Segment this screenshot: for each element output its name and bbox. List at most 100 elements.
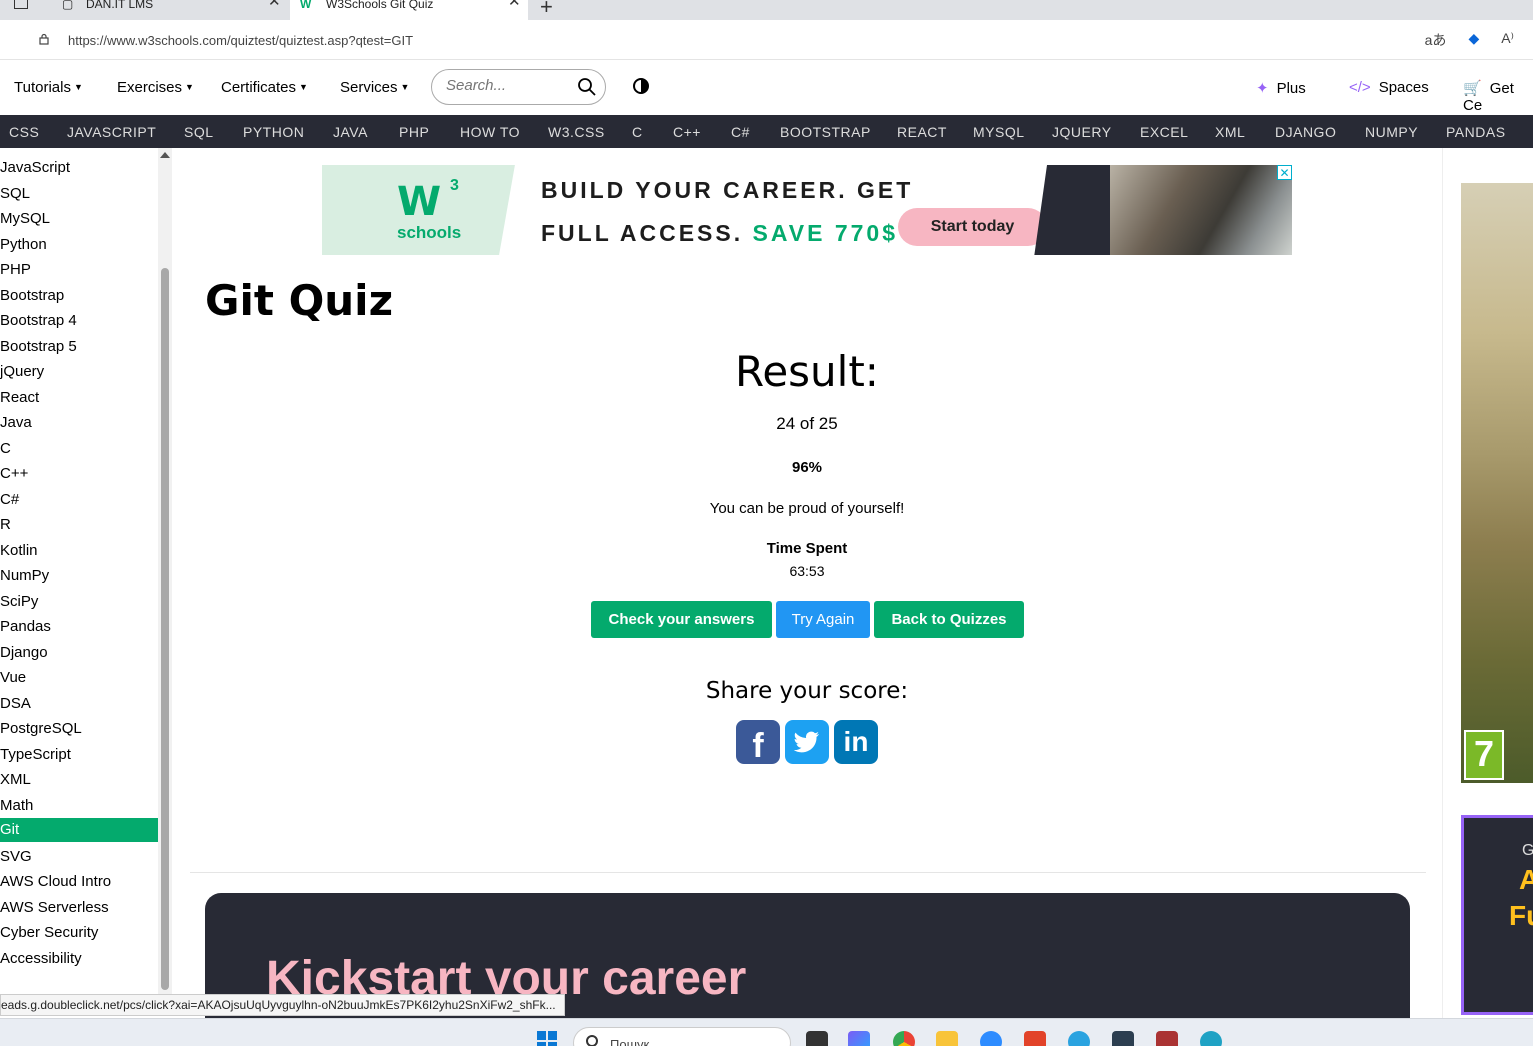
shopping-tag-icon[interactable]: ◆: [1468, 30, 1479, 50]
side-promo-ad[interactable]: G A Fu: [1461, 815, 1533, 1015]
sidebar-item[interactable]: Java: [0, 411, 158, 435]
nav-spaces[interactable]: </> Spaces: [1349, 79, 1429, 96]
subject-link[interactable]: PYTHON: [243, 124, 304, 140]
sidebar-item[interactable]: PostgreSQL: [0, 717, 158, 741]
tab-close-icon[interactable]: ✕: [508, 0, 521, 9]
new-tab-button[interactable]: +: [540, 0, 553, 20]
subject-link[interactable]: JAVASCRIPT: [67, 124, 156, 140]
subject-link[interactable]: BOOTSTRAP: [780, 124, 871, 140]
subject-link[interactable]: REACT: [897, 124, 947, 140]
chrome-icon[interactable]: [893, 1031, 915, 1046]
windows-start-icon[interactable]: [537, 1031, 557, 1046]
tab-actions-icon[interactable]: [14, 0, 28, 9]
subject-link[interactable]: HOW TO: [460, 124, 520, 140]
sidebar-item[interactable]: AWS Serverless: [0, 896, 158, 920]
app-icon[interactable]: [1156, 1031, 1178, 1046]
taskbar-search[interactable]: Пошук: [573, 1027, 791, 1046]
back-to-quizzes-button[interactable]: Back to Quizzes: [874, 601, 1024, 638]
dark-mode-toggle-icon[interactable]: [633, 78, 649, 94]
subject-link[interactable]: EXCEL: [1140, 124, 1188, 140]
sidebar-item[interactable]: R: [0, 513, 158, 537]
sidebar-item[interactable]: Pandas: [0, 615, 158, 639]
subject-link[interactable]: W3.CSS: [548, 124, 605, 140]
sidebar-item[interactable]: Vue: [0, 666, 158, 690]
nav-get-certified[interactable]: 🛒 Get Ce: [1463, 79, 1533, 114]
page-title: Git Quiz: [205, 276, 394, 325]
zoom-icon[interactable]: [980, 1031, 1002, 1046]
sidebar-item[interactable]: Python: [0, 233, 158, 257]
game-ad-image[interactable]: [1461, 183, 1533, 783]
edge-icon[interactable]: [1200, 1031, 1222, 1046]
telegram-icon[interactable]: [1068, 1031, 1090, 1046]
url-field[interactable]: https://www.w3schools.com/quiztest/quizt…: [20, 24, 1530, 56]
sidebar-item[interactable]: Cyber Security: [0, 921, 158, 945]
sidebar-item[interactable]: AWS Cloud Intro: [0, 870, 158, 894]
nav-services[interactable]: Services ▼: [340, 79, 409, 96]
sidebar-item[interactable]: SVG: [0, 845, 158, 869]
facebook-icon[interactable]: f: [736, 720, 780, 765]
sidebar-item[interactable]: XML: [0, 768, 158, 792]
subject-link[interactable]: CSS: [9, 124, 39, 140]
subject-link[interactable]: NUMPY: [1365, 124, 1418, 140]
sidebar-item[interactable]: C: [0, 437, 158, 461]
copilot-icon[interactable]: [848, 1031, 870, 1046]
sidebar-item[interactable]: MySQL: [0, 207, 158, 231]
nav-certificates[interactable]: Certificates ▼: [221, 79, 308, 96]
scroll-up-arrow-icon[interactable]: [160, 152, 170, 158]
subject-link[interactable]: C: [632, 124, 643, 140]
sidebar-item[interactable]: DSA: [0, 692, 158, 716]
sidebar-item[interactable]: Django: [0, 641, 158, 665]
check-answers-button[interactable]: Check your answers: [591, 601, 772, 638]
gitlab-icon[interactable]: [1024, 1031, 1046, 1046]
sidebar-item[interactable]: C#: [0, 488, 158, 512]
sidebar-item[interactable]: TypeScript: [0, 743, 158, 767]
ad-close-icon[interactable]: ✕: [1277, 165, 1292, 180]
sidebar-item[interactable]: Math: [0, 794, 158, 818]
subject-link[interactable]: PHP: [399, 124, 429, 140]
sidebar-item[interactable]: SQL: [0, 182, 158, 206]
search-box: [431, 69, 606, 105]
task-view-icon[interactable]: [806, 1031, 828, 1046]
sidebar-item-git-active[interactable]: Git: [0, 818, 158, 842]
sidebar-item[interactable]: JavaScript: [0, 156, 158, 180]
sidebar-item[interactable]: jQuery: [0, 360, 158, 384]
translate-icon[interactable]: aあ: [1425, 30, 1447, 50]
subject-link[interactable]: C++: [673, 124, 701, 140]
try-again-button[interactable]: Try Again: [776, 601, 870, 638]
sidebar-item[interactable]: PHP: [0, 258, 158, 282]
subject-link[interactable]: C#: [731, 124, 750, 140]
sidebar-item[interactable]: Bootstrap 4: [0, 309, 158, 333]
subject-link[interactable]: DJANGO: [1275, 124, 1336, 140]
ad-banner[interactable]: W 3 schools BUILD YOUR CAREER. GET FULL …: [322, 165, 1292, 255]
tab-w3schools-git-quiz[interactable]: W W3Schools Git Quiz ✕: [290, 0, 528, 20]
sidebar-item[interactable]: Bootstrap: [0, 284, 158, 308]
sidebar-item[interactable]: NumPy: [0, 564, 158, 588]
sidebar-item[interactable]: Kotlin: [0, 539, 158, 563]
start-today-button[interactable]: Start today: [898, 208, 1047, 246]
sidebar-item[interactable]: SciPy: [0, 590, 158, 614]
sidebar-item[interactable]: Accessibility: [0, 947, 158, 971]
subject-link[interactable]: XML: [1215, 124, 1245, 140]
virtualbox-icon[interactable]: [1112, 1031, 1134, 1046]
sidebar-item[interactable]: Bootstrap 5: [0, 335, 158, 359]
nav-plus[interactable]: ✦ Plus: [1256, 79, 1306, 97]
search-input[interactable]: [446, 77, 566, 94]
subject-link[interactable]: MYSQL: [973, 124, 1025, 140]
twitter-icon[interactable]: [785, 720, 829, 764]
linkedin-icon[interactable]: in: [834, 720, 878, 764]
search-icon[interactable]: [577, 77, 597, 97]
subject-link[interactable]: JAVA: [333, 124, 368, 140]
subject-link[interactable]: PANDAS: [1446, 124, 1506, 140]
sidebar-scroll-thumb[interactable]: [161, 268, 169, 990]
tab-close-icon[interactable]: ✕: [268, 0, 281, 9]
nav-exercises[interactable]: Exercises ▼: [117, 79, 194, 96]
file-explorer-icon[interactable]: [936, 1031, 958, 1046]
nav-tutorials[interactable]: Tutorials ▼: [14, 79, 83, 96]
sidebar-item[interactable]: C++: [0, 462, 158, 486]
tab-danit-lms[interactable]: ▢ DAN.IT LMS ✕: [50, 0, 288, 20]
sidebar-item[interactable]: React: [0, 386, 158, 410]
subject-link[interactable]: JQUERY: [1052, 124, 1112, 140]
read-aloud-icon[interactable]: A⁾: [1501, 30, 1514, 50]
subject-link[interactable]: SQL: [184, 124, 214, 140]
share-title: Share your score:: [705, 678, 909, 704]
